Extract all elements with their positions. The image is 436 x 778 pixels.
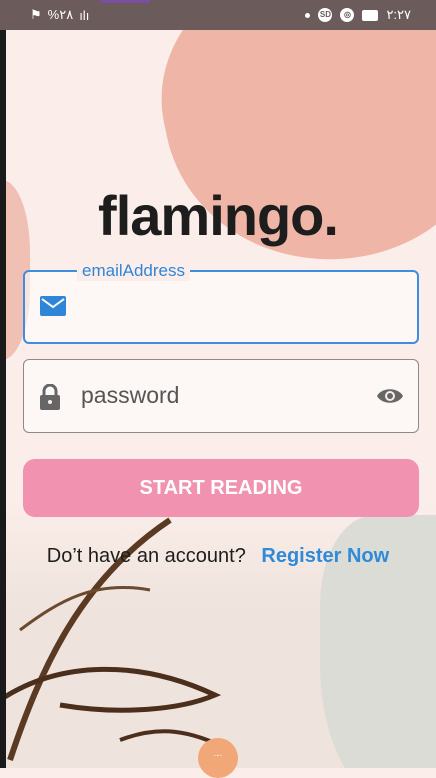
clock: ٢:٢٧ (386, 7, 411, 22)
register-now-link[interactable]: Register Now (261, 545, 389, 567)
register-prompt: Do’t have an account? Register Now (0, 545, 436, 568)
notification-marker (100, 0, 150, 3)
status-bar: ⚑ %٢٨ ılı SD ◎ ٢:٢٧ (0, 0, 436, 30)
app-notification-icon: ◎ (340, 8, 355, 22)
status-left: ⚑ %٢٨ ılı (30, 7, 89, 23)
password-placeholder: password (81, 382, 180, 408)
status-right: SD ◎ ٢:٢٧ (305, 7, 411, 23)
signal-icon: ılı (79, 7, 90, 23)
battery-percent: %٢٨ (47, 7, 74, 22)
floating-home-button[interactable]: ·-· (198, 738, 238, 778)
password-field[interactable]: password (23, 359, 419, 433)
email-label: emailAddress (77, 261, 190, 281)
screen-edge (0, 0, 6, 768)
alarm-icon: ⚑ (30, 7, 42, 22)
notification-dot-icon (305, 12, 311, 18)
lock-icon (39, 383, 61, 415)
start-reading-button[interactable]: START READING (23, 459, 419, 517)
register-question: Do’t have an account? (46, 545, 246, 567)
video-icon (362, 9, 379, 21)
eye-icon[interactable] (376, 386, 404, 411)
app-logo: flamingo. (98, 184, 339, 247)
mail-icon (40, 296, 66, 321)
email-field[interactable]: emailAddress (23, 261, 419, 344)
sd-card-icon: SD (318, 8, 333, 22)
